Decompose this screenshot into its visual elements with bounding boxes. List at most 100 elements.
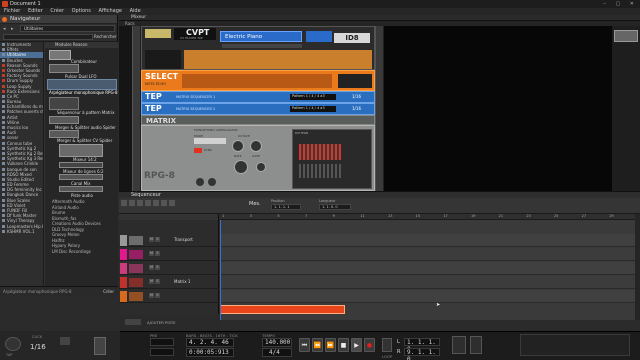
forward-arrow-icon[interactable]: ▸ [11,26,17,32]
pad-strip[interactable] [184,50,372,69]
window-controls[interactable]: – ▢ ✕ [603,0,638,8]
pattern-steps[interactable] [299,144,341,160]
rack-overview-thumbnail[interactable] [614,30,638,42]
hand-tool-icon[interactable] [169,200,175,206]
matrix-device[interactable]: MATRIX [141,115,375,125]
rpg8-device[interactable]: RPG-8 MONOPHONIC ARPEGGIATOR MODE OCTAVE… [141,125,375,191]
fast-forward-button[interactable]: ⏩ [325,338,336,352]
track-lane[interactable] [220,262,635,275]
insert-knob[interactable] [208,178,216,186]
combinator-thumbnail[interactable] [49,50,71,60]
left-locator-display[interactable]: 1. 1. 1. 0 [404,338,440,353]
playhead[interactable] [220,220,221,320]
select-device[interactable]: SELECT NOTE ECHO [141,70,375,91]
solo-button[interactable]: S [155,251,160,256]
device-label[interactable]: Merger & Splitter CV Spider [57,138,112,143]
back-arrow-icon[interactable]: ◂ [3,26,9,32]
tempo-display[interactable]: 140.000 [262,338,292,347]
step-1-pattern-field[interactable]: Pattern 1 / 4 / 4 a3 [290,94,336,100]
menu-options[interactable]: Options [72,8,91,14]
search-input[interactable] [3,34,93,40]
mute-button[interactable]: M [149,251,154,256]
pulsar-thumbnail[interactable] [49,64,79,73]
loop-toggle[interactable] [382,338,392,352]
solo-button[interactable]: S [155,279,160,284]
track-row[interactable]: M S Matrix 1 [119,276,219,289]
pre-display-2[interactable] [150,348,174,356]
stop-button[interactable]: ■ [338,338,349,352]
step-2-pattern-field[interactable]: Pattern 1 / 4 / 4 a3 [290,106,336,112]
create-button[interactable]: Créer [103,287,114,297]
location-item[interactable]: KSHMR VOL.1 [0,229,43,234]
menu-edit[interactable]: Editer [28,8,43,14]
menu-create[interactable]: Créer [50,8,64,14]
rate-knob[interactable] [232,140,244,152]
razor-tool-icon[interactable] [145,200,151,206]
play-button[interactable]: ▶ [351,338,362,352]
tap-button[interactable] [5,337,21,351]
search-field[interactable]: Utilitaires [20,25,115,32]
menu-file[interactable]: Fichier [4,8,20,14]
signature-display[interactable]: 4/4 [262,348,292,357]
track-lane[interactable] [220,234,635,247]
snap-label[interactable]: Mes. [249,201,261,207]
track-lane[interactable] [220,290,635,303]
device-label[interactable]: Piste audio [71,193,93,198]
position-field[interactable]: 1. 1. 1. 1 [271,204,301,210]
folder-item[interactable]: LM Disc Recordings [45,249,118,255]
track-row[interactable]: MS [119,262,219,275]
track-row[interactable]: MS [119,290,219,303]
arrange-view[interactable]: ➤ [220,220,635,320]
select-buttons[interactable] [182,74,332,88]
eraser-tool-icon[interactable] [137,200,143,206]
patch-selector-bar[interactable] [222,44,302,48]
shuffle-knob[interactable] [256,162,266,172]
track-row[interactable]: M S Transport [119,234,219,247]
pattern-grid[interactable] [299,164,341,178]
spider-cv-thumbnail[interactable] [49,130,79,138]
mute-button[interactable]: M [149,293,154,298]
step-sequencer-1[interactable]: TEP MATRIX SEQUENCER 1 Pattern 1 / 4 / 4… [141,91,375,103]
add-track-icon[interactable] [125,319,141,325]
rpg8-thumbnail-selected[interactable] [47,79,117,90]
patch-display[interactable]: Electric Piano [220,31,302,42]
track-lane[interactable] [220,276,635,289]
pattern-display[interactable]: PATTERN [292,129,372,189]
solo-button[interactable]: S [155,265,160,270]
velocity-knob[interactable] [234,160,248,174]
note-clip[interactable] [220,305,345,314]
select-tool-icon[interactable] [121,200,127,206]
time-display[interactable]: 0:00:05:913 [186,348,234,357]
pencil-tool-icon[interactable] [129,200,135,206]
gate-knob[interactable] [250,140,262,152]
spider-audio-thumbnail[interactable] [49,116,79,124]
vertical-scrollbar[interactable] [635,214,640,320]
solo-button[interactable]: S [155,237,160,242]
mix-channel-thumbnail[interactable] [59,174,103,180]
length-field[interactable]: 1. 1. 0. 0 [319,204,351,210]
position-display[interactable]: 4. 2. 4. 46 [186,338,234,347]
octave-knob[interactable] [196,178,204,186]
mute-button[interactable]: M [149,237,154,242]
menu-view[interactable]: Affichage [99,8,123,14]
mute-button[interactable]: M [149,279,154,284]
solo-button[interactable]: S [155,293,160,298]
right-locator-display[interactable]: 9. 1. 1. 0 [404,348,440,360]
track-row[interactable]: MS [119,248,219,261]
rewind-to-start-button[interactable]: ⏮ [299,338,310,352]
track-lane[interactable] [220,248,635,261]
pre-display[interactable] [150,338,174,346]
metronome-icon[interactable] [60,337,70,345]
matrix-thumbnail[interactable] [49,97,79,110]
mixer-14-2-thumbnail[interactable] [59,144,103,157]
device-label[interactable]: Séquenceur à pattern Matrix [57,110,114,115]
search-button[interactable]: Rechercher [94,34,117,39]
rewind-button[interactable]: ⏪ [312,338,323,352]
line-mixer-thumbnail[interactable] [59,162,103,168]
step-sequencer-2[interactable]: TEP MATRIX SEQUENCER 2 Pattern 1 / 4 / 4… [141,103,375,115]
mute-tool-icon[interactable] [153,200,159,206]
cv-player-device[interactable]: CVPT CV PLAYER TAP Electric Piano ID8 [141,26,375,70]
mute-button[interactable]: M [149,265,154,270]
menu-help[interactable]: Aide [130,8,141,14]
magnify-tool-icon[interactable] [161,200,167,206]
